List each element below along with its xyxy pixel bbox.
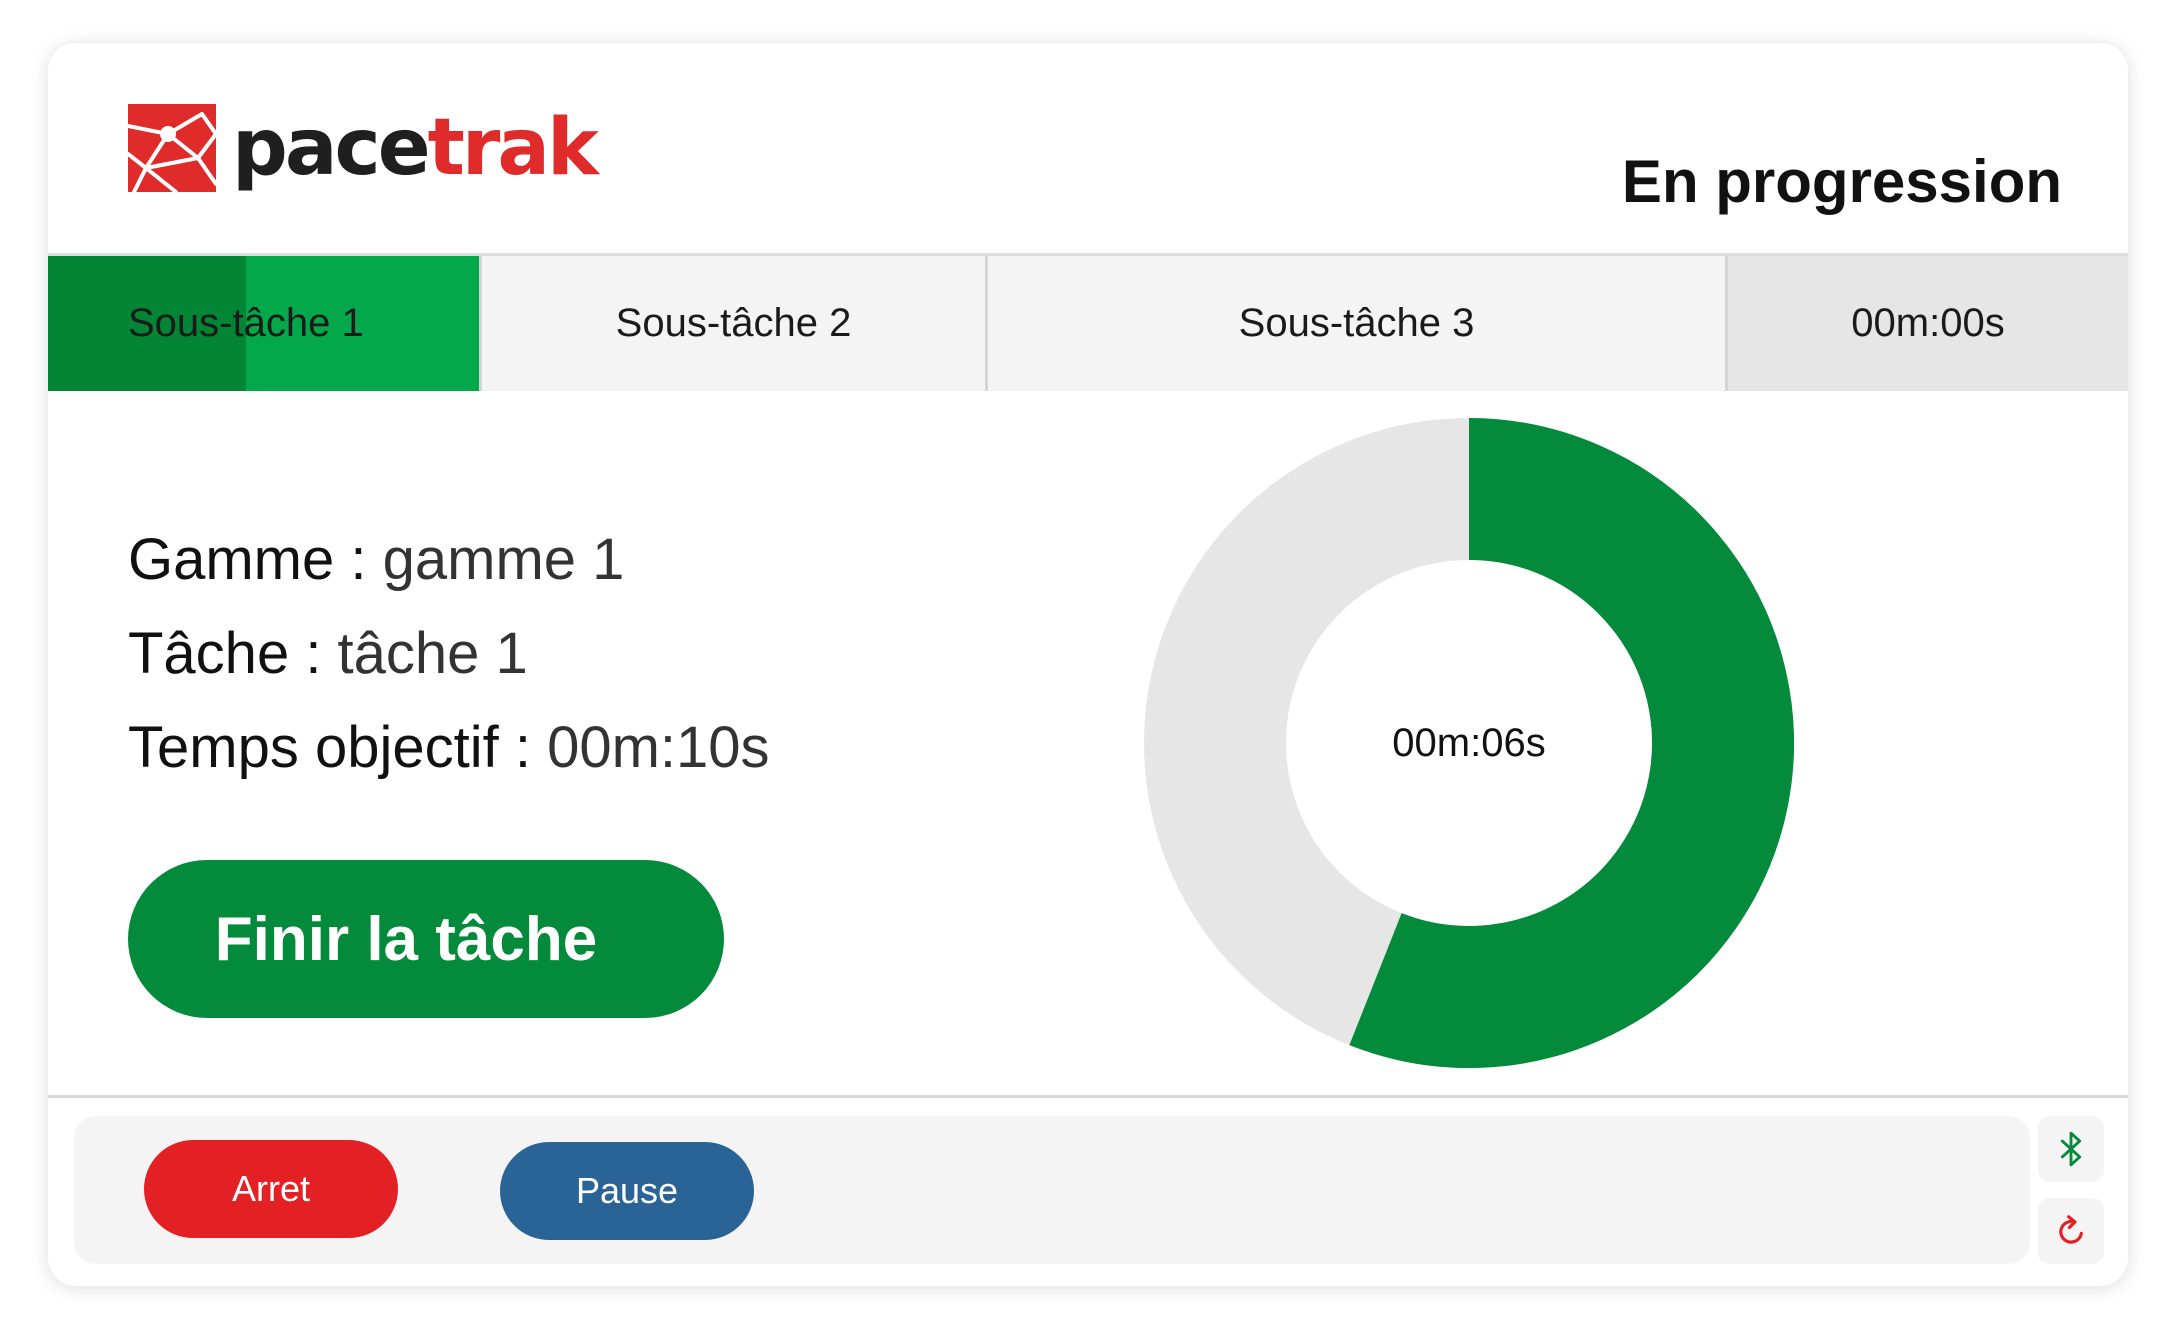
tab-subtask-1[interactable]: Sous-tâche 1	[48, 256, 482, 391]
logo-text-trak: trak	[427, 103, 599, 193]
subtask-tabs: Sous-tâche 1 Sous-tâche 2 Sous-tâche 3 0…	[48, 253, 2128, 391]
objectif-line: Temps objectif : 00m:10s	[128, 701, 770, 795]
subtask-timer-value: 00m:00s	[1851, 301, 2005, 345]
tache-line: Tâche : tâche 1	[128, 607, 770, 701]
finish-task-button[interactable]: Finir la tâche	[128, 860, 724, 1018]
bluetooth-button[interactable]	[2038, 1116, 2104, 1182]
objectif-value: 00m:10s	[547, 715, 770, 780]
task-info: Gamme : gamme 1 Tâche : tâche 1 Temps ob…	[128, 513, 770, 795]
control-bar: Arret Pause	[74, 1116, 2030, 1264]
bluetooth-icon	[2060, 1131, 2082, 1167]
tab-subtask-2[interactable]: Sous-tâche 2	[482, 256, 988, 391]
refresh-button[interactable]	[2038, 1198, 2104, 1264]
header: pacetrak En progression	[48, 43, 2128, 253]
gamme-value: gamme 1	[382, 527, 625, 592]
bottom-divider	[48, 1095, 2128, 1098]
logo-text: pacetrak	[232, 109, 599, 187]
donut-center-label: 00m:06s	[1392, 720, 1546, 765]
pause-button[interactable]: Pause	[500, 1142, 754, 1240]
tache-value: tâche 1	[337, 621, 528, 686]
logo-mark-icon	[128, 104, 216, 192]
tab-subtask-3[interactable]: Sous-tâche 3	[988, 256, 1728, 391]
subtask-timer: 00m:00s	[1728, 256, 2128, 391]
pacetrak-logo: pacetrak	[128, 103, 599, 193]
gamme-label: Gamme :	[128, 527, 383, 592]
tab-subtask-1-label: Sous-tâche 1	[128, 301, 364, 345]
objectif-label: Temps objectif :	[128, 715, 548, 780]
tab-subtask-2-label: Sous-tâche 2	[615, 301, 852, 345]
task-card: pacetrak En progression Sous-tâche 1 Sou…	[48, 43, 2128, 1286]
status-title: En progression	[1621, 148, 2062, 215]
tab-subtask-3-label: Sous-tâche 3	[1238, 301, 1475, 345]
logo-text-pace: pace	[232, 103, 431, 193]
gamme-line: Gamme : gamme 1	[128, 513, 770, 607]
refresh-icon	[2059, 1215, 2083, 1244]
tache-label: Tâche :	[128, 621, 338, 686]
stop-button[interactable]: Arret	[144, 1140, 398, 1238]
